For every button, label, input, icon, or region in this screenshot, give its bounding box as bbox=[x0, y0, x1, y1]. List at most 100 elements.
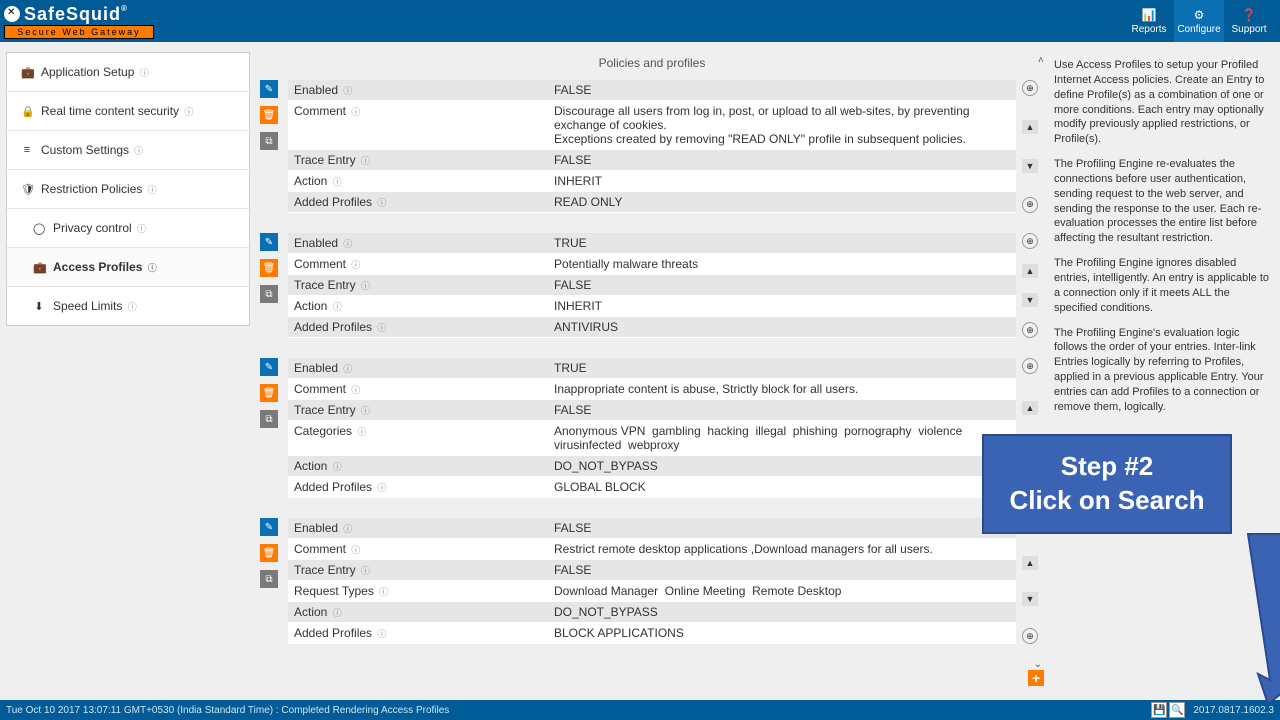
move-top-button[interactable]: ⊕ bbox=[1022, 358, 1038, 374]
policy-row: Enabled ⓘTRUE bbox=[288, 358, 1016, 379]
row-value: Inappropriate content is abuse, Strictly… bbox=[548, 379, 1016, 399]
sidebar-item-custom-settings[interactable]: ≡Custom Settings ⓘ bbox=[7, 130, 249, 169]
row-value: Anonymous VPN gambling hacking illegal p… bbox=[548, 421, 1016, 455]
row-value: DO_NOT_BYPASS bbox=[548, 456, 1016, 476]
brand-name: SafeSquid® bbox=[24, 4, 128, 25]
clone-button[interactable]: ⧉ bbox=[260, 570, 278, 588]
brand-tagline: Secure Web Gateway bbox=[4, 25, 154, 39]
tutorial-callout: Step #2 Click on Search bbox=[982, 434, 1232, 534]
top-nav: 📊 Reports ⚙ Configure ❓ Support bbox=[1124, 0, 1274, 42]
move-bottom-button[interactable]: ⊕ bbox=[1022, 197, 1038, 213]
menu-item-icon: 🔒 bbox=[21, 105, 33, 118]
policy-row: Action ⓘINHERIT bbox=[288, 171, 1016, 192]
policy-row: Enabled ⓘFALSE bbox=[288, 80, 1016, 101]
add-policy-button[interactable]: + bbox=[1028, 670, 1044, 686]
delete-button[interactable]: 🗑 bbox=[260, 106, 278, 124]
edit-button[interactable]: ✎ bbox=[260, 233, 278, 251]
nav-configure[interactable]: ⚙ Configure bbox=[1174, 0, 1224, 42]
status-text: Tue Oct 10 2017 13:07:11 GMT+0530 (India… bbox=[6, 705, 449, 716]
row-label: Added Profiles ⓘ bbox=[288, 192, 548, 212]
row-label: Action ⓘ bbox=[288, 456, 548, 476]
policy-row: Added Profiles ⓘBLOCK APPLICATIONS bbox=[288, 623, 1016, 644]
menu-item-icon: 💼 bbox=[33, 261, 45, 274]
move-down-button[interactable]: ▼ bbox=[1022, 159, 1038, 173]
delete-button[interactable]: 🗑 bbox=[260, 544, 278, 562]
app-body: 💼Application Setup ⓘ 🔒 Real time content s… bbox=[0, 42, 1280, 682]
row-label: Action ⓘ bbox=[288, 602, 548, 622]
policy-row: Trace Entry ⓘFALSE bbox=[288, 150, 1016, 171]
row-label: Request Types ⓘ bbox=[288, 581, 548, 601]
scroll-down-icon[interactable]: ⌄ bbox=[1034, 659, 1042, 670]
nav-label: Support bbox=[1231, 24, 1266, 35]
policy-block: ✎🗑⧉Enabled ⓘFALSEComment ⓘRestrict remot… bbox=[260, 518, 1040, 644]
row-value: GLOBAL BLOCK bbox=[548, 477, 1016, 497]
row-value: BLOCK APPLICATIONS bbox=[548, 623, 1016, 643]
move-top-button[interactable]: ⊕ bbox=[1022, 233, 1038, 249]
clone-button[interactable]: ⧉ bbox=[260, 285, 278, 303]
configure-icon: ⚙ bbox=[1194, 8, 1205, 22]
sidebar-item-speed-limits[interactable]: ⬇Speed Limits ⓘ bbox=[7, 286, 249, 325]
row-label: Enabled ⓘ bbox=[288, 518, 548, 538]
row-value: FALSE bbox=[548, 150, 1016, 170]
move-top-button[interactable]: ⊕ bbox=[1022, 80, 1038, 96]
nav-support[interactable]: ❓ Support bbox=[1224, 0, 1274, 42]
row-label: Enabled ⓘ bbox=[288, 80, 548, 100]
nav-reports[interactable]: 📊 Reports bbox=[1124, 0, 1174, 42]
row-value: ANTIVIRUS bbox=[548, 317, 1016, 337]
row-value: TRUE bbox=[548, 233, 1016, 253]
clone-button[interactable]: ⧉ bbox=[260, 132, 278, 150]
edit-button[interactable]: ✎ bbox=[260, 518, 278, 536]
policy-scroll[interactable]: ✎🗑⧉Enabled ⓘFALSEComment ⓘDiscourage all… bbox=[260, 80, 1044, 660]
delete-button[interactable]: 🗑 bbox=[260, 384, 278, 402]
move-bottom-button[interactable]: ⊕ bbox=[1022, 322, 1038, 338]
policy-row: Comment ⓘDiscourage all users from log i… bbox=[288, 101, 1016, 150]
sidebar-item-real-time-content-security[interactable]: 🔒 Real time content security ⓘ bbox=[7, 91, 249, 130]
save-icon[interactable]: 💾 bbox=[1151, 702, 1167, 718]
search-icon[interactable]: 🔍 bbox=[1169, 702, 1185, 718]
help-paragraph: The Profiling Engine ignores disabled en… bbox=[1054, 256, 1270, 315]
help-paragraph: The Profiling Engine re-evaluates the co… bbox=[1054, 157, 1270, 246]
row-value: FALSE bbox=[548, 80, 1016, 100]
policy-row: Trace Entry ⓘFALSE bbox=[288, 275, 1016, 296]
row-value: FALSE bbox=[548, 275, 1016, 295]
row-value: Restrict remote desktop applications ,Do… bbox=[548, 539, 1016, 559]
menu-item-label: Restriction Policies ⓘ bbox=[41, 182, 157, 196]
help-panel: ˄ Use Access Profiles to setup your Prof… bbox=[1044, 48, 1276, 682]
row-value: Potentially malware threats bbox=[548, 254, 1016, 274]
move-bottom-button[interactable]: ⊕ bbox=[1022, 628, 1038, 644]
row-value: TRUE bbox=[548, 358, 1016, 378]
row-label: Trace Entry ⓘ bbox=[288, 400, 548, 420]
sidebar-item-restriction-policies[interactable]: 🛡Restriction Policies ⓘ bbox=[7, 169, 249, 208]
sidebar-item-application-setup[interactable]: 💼Application Setup ⓘ bbox=[7, 53, 249, 91]
menu-item-icon: ≡ bbox=[21, 144, 33, 156]
move-up-button[interactable]: ▲ bbox=[1022, 264, 1038, 278]
row-label: Added Profiles ⓘ bbox=[288, 623, 548, 643]
move-up-button[interactable]: ▲ bbox=[1022, 401, 1038, 415]
move-up-button[interactable]: ▲ bbox=[1022, 120, 1038, 134]
menu-item-label: Real time content security ⓘ bbox=[41, 104, 193, 118]
version-text: 2017.0817.1602.3 bbox=[1193, 705, 1274, 716]
delete-button[interactable]: 🗑 bbox=[260, 259, 278, 277]
clone-button[interactable]: ⧉ bbox=[260, 410, 278, 428]
policy-row: Comment ⓘRestrict remote desktop applica… bbox=[288, 539, 1016, 560]
sidebar-item-privacy-control[interactable]: ◯Privacy control ⓘ bbox=[7, 208, 249, 247]
move-column: ⊕▲▼⊕ bbox=[1020, 518, 1040, 644]
edit-button[interactable]: ✎ bbox=[260, 358, 278, 376]
nav-label: Configure bbox=[1177, 24, 1220, 35]
help-paragraph: The Profiling Engine's evaluation logic … bbox=[1054, 326, 1270, 415]
move-column: ⊕ ▲ ▼ ⊕ bbox=[1020, 80, 1040, 213]
scroll-up-icon[interactable]: ˄ bbox=[1038, 54, 1044, 68]
policy-block: ✎ 🗑 ⧉ Enabled ⓘTRUEComment ⓘInappropriate c… bbox=[260, 358, 1040, 498]
policy-block: ✎ 🗑 ⧉ Enabled ⓘTRUEComment ⓘPotentially mal… bbox=[260, 233, 1040, 338]
policy-row: Action ⓘINHERIT bbox=[288, 296, 1016, 317]
sidebar: 💼Application Setup ⓘ 🔒 Real time content s… bbox=[0, 42, 256, 682]
policy-row: Comment ⓘInappropriate content is abuse,… bbox=[288, 379, 1016, 400]
move-down-button[interactable]: ▼ bbox=[1022, 592, 1038, 606]
move-down-button[interactable]: ▼ bbox=[1022, 293, 1038, 307]
section-title: Policies and profiles bbox=[260, 48, 1044, 80]
policy-grid: Enabled ⓘTRUEComment ⓘPotentially malwar… bbox=[288, 233, 1016, 338]
sidebar-item-access-profiles[interactable]: 💼Access Profiles ⓘ bbox=[7, 247, 249, 286]
edit-button[interactable]: ✎ bbox=[260, 80, 278, 98]
move-up-button[interactable]: ▲ bbox=[1022, 556, 1038, 570]
menu-item-icon: ⬇ bbox=[33, 300, 45, 313]
